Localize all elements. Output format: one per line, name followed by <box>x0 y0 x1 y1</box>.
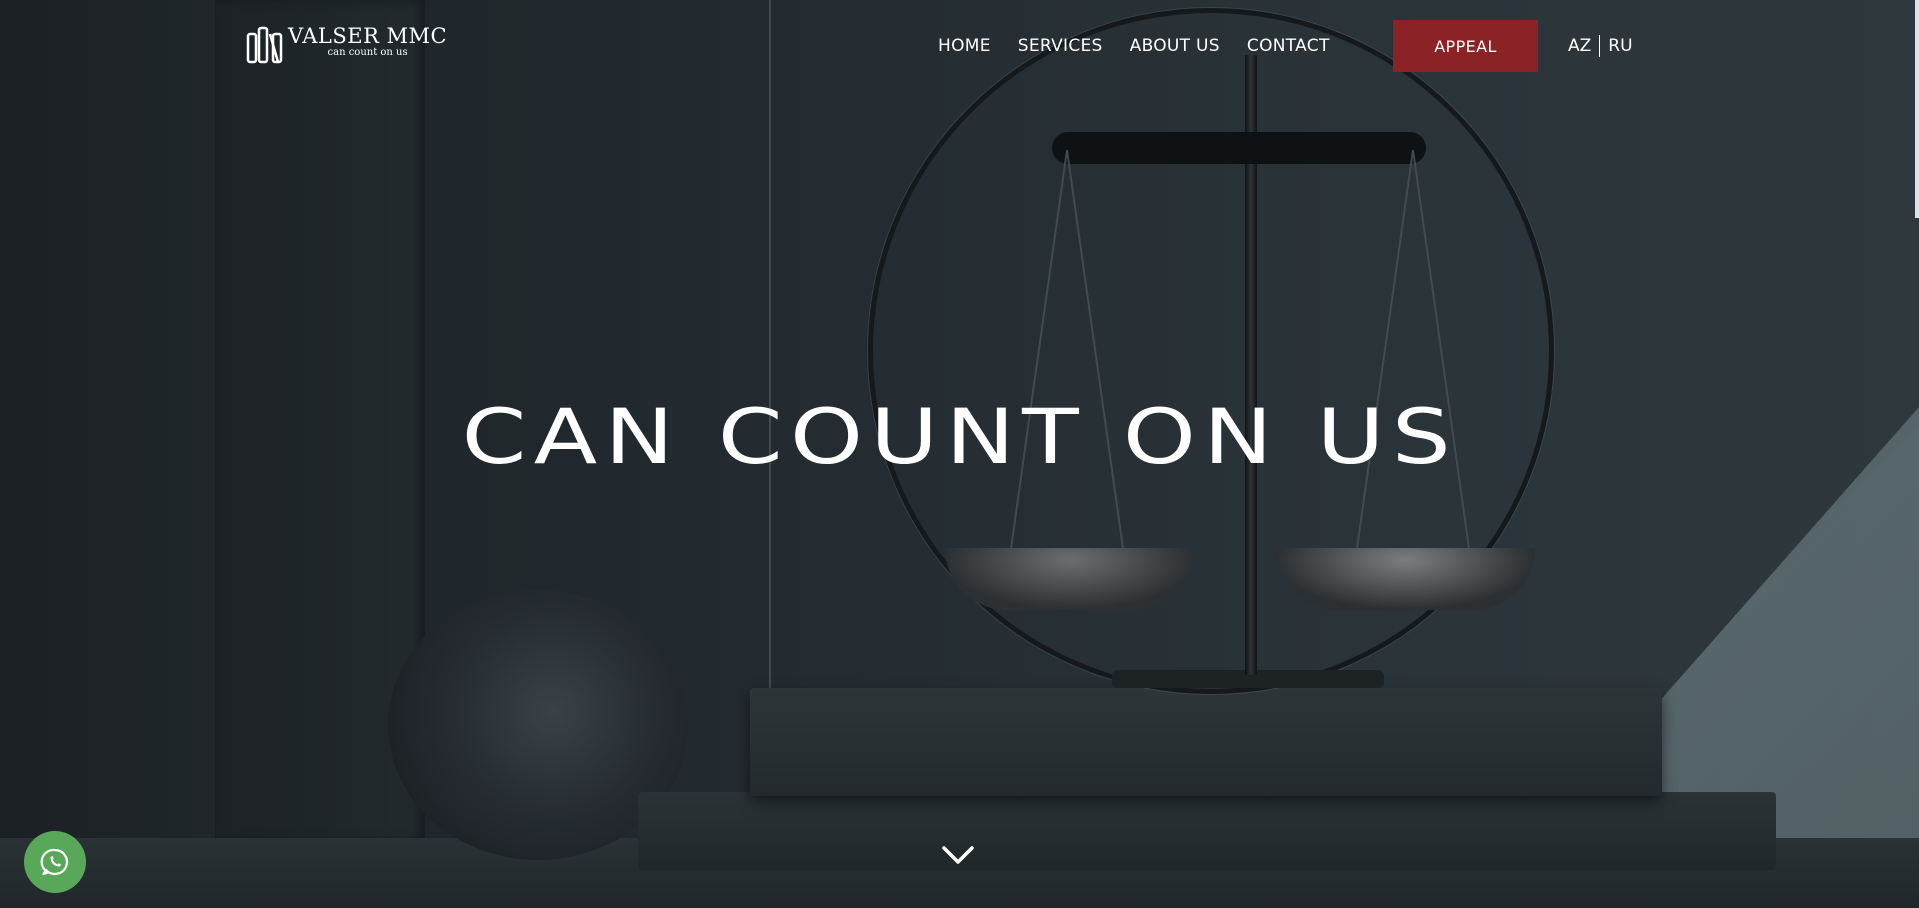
page-scrollbar[interactable] <box>1915 0 1919 218</box>
brand-tagline: can count on us <box>327 47 408 58</box>
hero-section: VALSER MMC can count on us HOME SERVICES… <box>0 0 1919 908</box>
pedestal-top <box>750 688 1662 796</box>
background-divider <box>769 0 771 690</box>
scales-beam <box>1052 132 1426 164</box>
language-switcher: AZ RU <box>1568 20 1633 72</box>
hero-title: CAN COUNT ON US <box>461 392 1459 481</box>
nav-item-about-us[interactable]: ABOUT US <box>1130 36 1220 56</box>
lang-ru[interactable]: RU <box>1608 36 1632 56</box>
site-header: VALSER MMC can count on us HOME SERVICES… <box>0 0 1919 90</box>
brand-name: VALSER MMC <box>288 24 448 48</box>
chevron-down-icon[interactable] <box>940 840 976 870</box>
logo[interactable]: VALSER MMC can count on us <box>246 24 447 64</box>
lang-az[interactable]: AZ <box>1568 36 1591 56</box>
whatsapp-icon <box>40 848 69 876</box>
main-nav: HOME SERVICES ABOUT US CONTACT <box>938 20 1330 72</box>
nav-item-home[interactable]: HOME <box>938 36 991 56</box>
whatsapp-button[interactable] <box>24 831 86 893</box>
appeal-button[interactable]: APPEAL <box>1393 20 1538 72</box>
nav-item-contact[interactable]: CONTACT <box>1247 36 1330 56</box>
nav-item-services[interactable]: SERVICES <box>1018 36 1103 56</box>
logo-text: VALSER MMC can count on us <box>288 24 447 58</box>
scales-pan-right <box>1275 548 1535 610</box>
scales-pan-left <box>945 548 1195 610</box>
lang-divider <box>1599 35 1601 57</box>
pedestal-bottom <box>638 792 1776 870</box>
building-columns-icon <box>246 26 283 64</box>
